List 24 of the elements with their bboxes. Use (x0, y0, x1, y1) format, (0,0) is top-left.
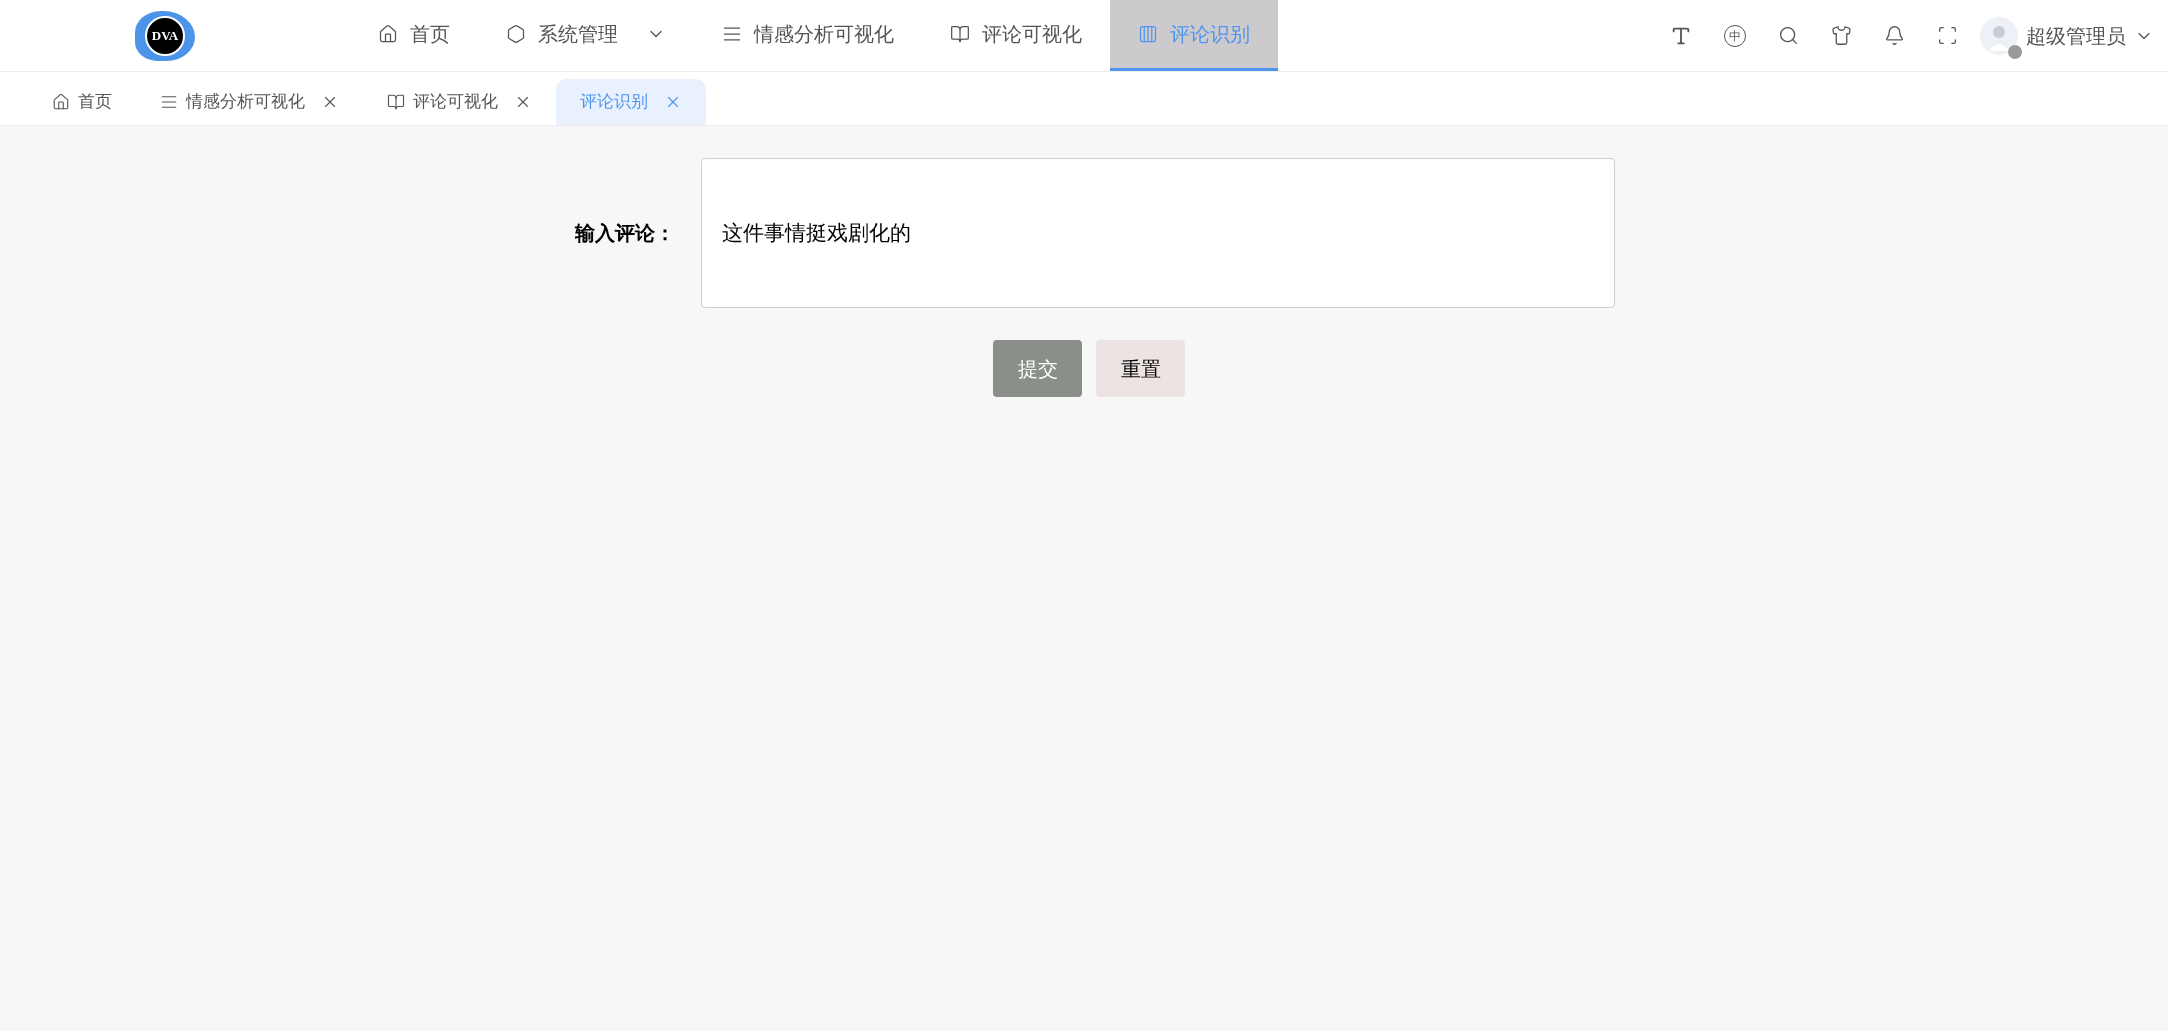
book-icon (950, 24, 970, 44)
nav-item[interactable]: 评论可视化 (922, 0, 1110, 71)
field-label: 输入评论： (573, 221, 675, 246)
lines-icon (160, 93, 178, 111)
book-icon (387, 93, 405, 111)
nav-item[interactable]: 情感分析可视化 (694, 0, 922, 71)
nav-item[interactable]: 系统管理 (478, 0, 694, 71)
user-name[interactable]: 超级管理员 (2026, 20, 2126, 51)
reset-button[interactable]: 重置 (1096, 340, 1185, 397)
search-icon[interactable] (1778, 25, 1799, 46)
home-icon (378, 24, 398, 44)
home-icon (52, 93, 70, 111)
bell-icon[interactable] (1884, 25, 1905, 46)
avatar-icon[interactable] (1980, 16, 2018, 55)
nav-item[interactable]: 首页 (350, 0, 478, 71)
logo: DVA (135, 10, 195, 61)
hexagon-icon (506, 24, 526, 44)
page-tab[interactable]: 首页 (28, 79, 136, 125)
fullscreen-icon[interactable] (1937, 25, 1958, 46)
columns-icon (1138, 24, 1158, 44)
page-tab[interactable]: 情感分析可视化 (136, 79, 363, 125)
shirt-icon[interactable] (1831, 25, 1852, 46)
comment-field[interactable]: 这件事情挺戏剧化的 (701, 158, 1615, 308)
page-tab[interactable]: 评论可视化 (363, 79, 556, 125)
